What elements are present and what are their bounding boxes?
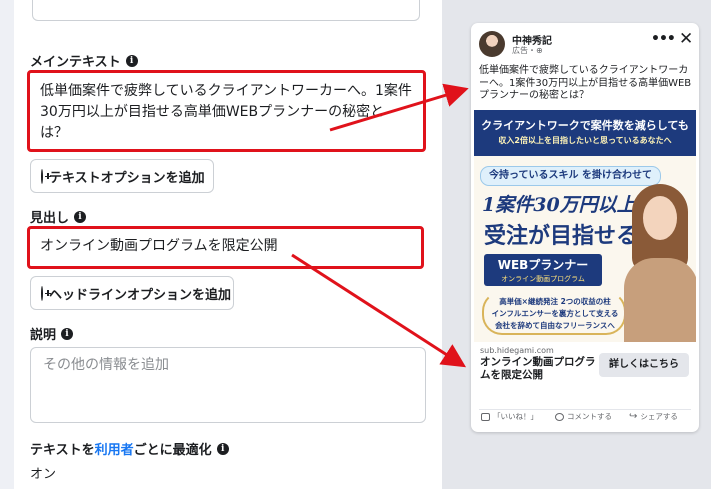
ad-creative-image[interactable]: クライアントワークで案件数を減らしても 収入2倍以上を目指したいと思っているあな… bbox=[474, 110, 696, 342]
add-headline-option-button[interactable]: ヘッドラインオプションを追加 bbox=[30, 276, 234, 310]
main-text-label: メインテキスト i bbox=[30, 51, 138, 70]
headline-label: 見出し i bbox=[30, 207, 87, 226]
close-icon[interactable]: ✕ bbox=[679, 31, 693, 48]
description-field[interactable]: その他の情報を追加 bbox=[30, 347, 426, 423]
info-icon[interactable]: i bbox=[61, 327, 74, 340]
main-text-highlight bbox=[27, 70, 426, 152]
person-face bbox=[643, 196, 677, 240]
creative-web-badge: WEBプランナー オンライン動画プログラム bbox=[484, 254, 602, 286]
preview-primary-text: 低単価案件で疲弊しているクライアントワーカーへ。1案件30万円以上が目指せる高単… bbox=[479, 65, 692, 101]
creative-top-line2: 収入2倍以上を目指したいと思っているあなたへ bbox=[498, 136, 672, 145]
more-options-icon[interactable]: ••• bbox=[651, 31, 676, 47]
comment-button[interactable]: コメントする bbox=[555, 411, 612, 422]
add-text-option-button[interactable]: テキストオプションを追加 bbox=[30, 159, 214, 193]
creative-top-banner: クライアントワークで案件数を減らしても 収入2倍以上を目指したいと思っているあな… bbox=[474, 110, 696, 156]
like-button[interactable]: 「いいね！」 bbox=[481, 411, 538, 422]
laurel-line2: インフルエンサーを裏方として支える bbox=[491, 309, 619, 318]
sponsored-label: 広告・⊕ bbox=[512, 46, 543, 55]
optimize-label: テキストを 利用者 ごとに最適化 i bbox=[30, 439, 229, 458]
plus-circle-icon bbox=[41, 168, 51, 184]
info-icon[interactable]: i bbox=[216, 442, 229, 455]
description-label: 説明 i bbox=[30, 324, 74, 343]
share-icon: ↪ bbox=[629, 411, 638, 422]
previous-field[interactable] bbox=[32, 0, 420, 21]
laurel-line3: 会社を辞めて自由なフリーランスへ bbox=[495, 321, 615, 330]
thumbs-up-icon bbox=[481, 412, 490, 421]
left-edge bbox=[0, 0, 14, 489]
badge-subtitle: オンライン動画プログラム bbox=[501, 275, 585, 283]
learn-more-button[interactable]: 詳しくはこちら bbox=[599, 353, 689, 377]
laurel-line1: 高単価×継続発注 2つの収益の柱 bbox=[499, 297, 611, 306]
headline-highlight bbox=[27, 226, 424, 269]
avatar bbox=[479, 31, 505, 57]
plus-circle-icon bbox=[41, 285, 51, 301]
person-body bbox=[624, 258, 696, 342]
badge-title: WEBプランナー bbox=[497, 258, 589, 272]
info-icon[interactable]: i bbox=[74, 210, 87, 223]
link-domain: sub.hidegami.com bbox=[480, 346, 554, 355]
link-headline[interactable]: オンライン動画プログラムを限定公開 bbox=[480, 356, 598, 382]
divider bbox=[479, 409, 691, 410]
comment-icon bbox=[555, 412, 564, 421]
share-button[interactable]: ↪ シェアする bbox=[629, 411, 678, 422]
info-icon[interactable]: i bbox=[125, 54, 138, 67]
creative-person-photo bbox=[624, 180, 696, 342]
users-link[interactable]: 利用者 bbox=[95, 439, 134, 458]
ad-preview-card: 中神秀記 広告・⊕ ••• ✕ 低単価案件で疲弊しているクライアントワーカーへ。… bbox=[471, 23, 699, 432]
optimize-value: オン bbox=[30, 467, 57, 482]
creative-top-line1: クライアントワークで案件数を減らしても bbox=[481, 119, 689, 132]
